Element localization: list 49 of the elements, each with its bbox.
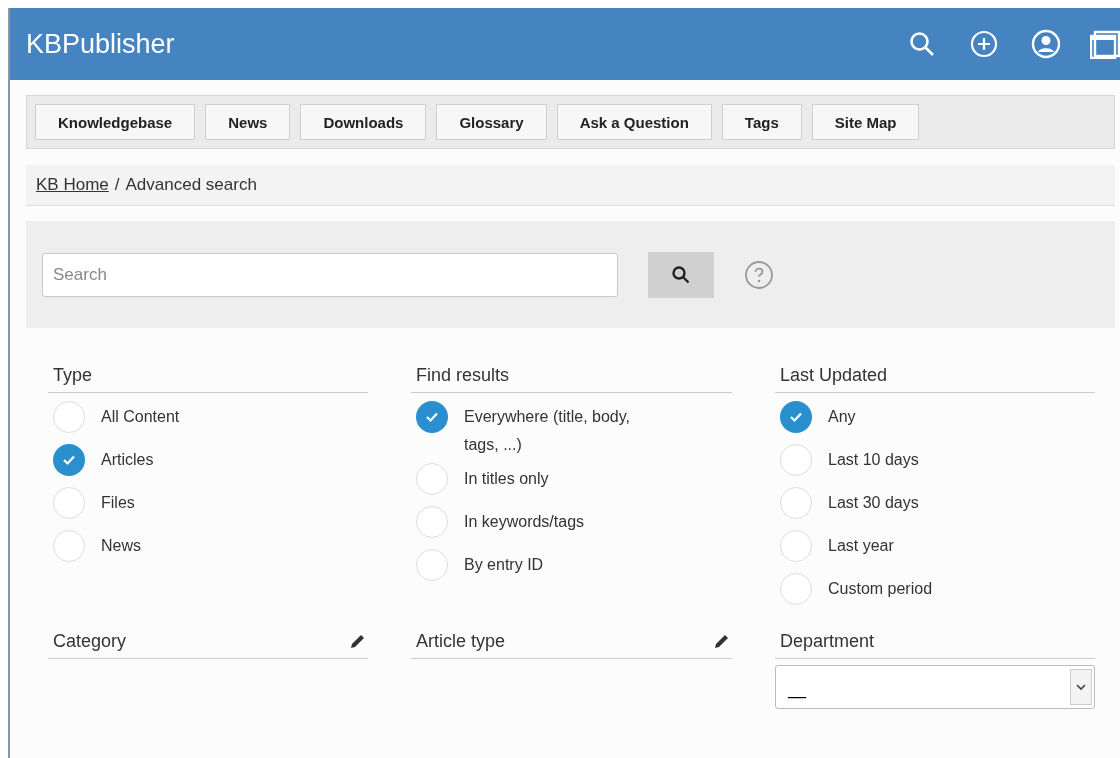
radio-button[interactable]: [780, 444, 812, 476]
option-label: Articles: [101, 450, 154, 470]
nav-button[interactable]: Site Map: [811, 104, 920, 140]
search-icon: [671, 264, 691, 285]
option-label: Last 10 days: [828, 450, 919, 470]
breadcrumb-separator: /: [114, 175, 120, 195]
help-icon[interactable]: [744, 259, 774, 290]
radio-button[interactable]: [780, 487, 812, 519]
option-label: Everywhere (title, body, tags, ...): [464, 407, 631, 455]
section-heading: Type: [48, 360, 368, 393]
section-heading: Last Updated: [775, 360, 1095, 393]
option-label: Custom period: [828, 579, 933, 599]
option-label: Last year: [828, 536, 894, 556]
option-label: All Content: [101, 407, 180, 427]
option-label: Files: [101, 493, 135, 513]
nav-button[interactable]: Ask a Question: [556, 104, 712, 140]
radio-button[interactable]: [53, 487, 85, 519]
radio-button[interactable]: [416, 463, 448, 495]
option-label: News: [101, 536, 141, 556]
radio-button[interactable]: [780, 530, 812, 562]
department-select[interactable]: __: [775, 665, 1095, 709]
radio-button[interactable]: [53, 530, 85, 562]
option-label: Last 30 days: [828, 493, 919, 513]
option-label: In titles only: [464, 469, 549, 489]
nav-button[interactable]: Knowledgebase: [35, 104, 196, 140]
radio-button[interactable]: [53, 401, 85, 433]
radio-button[interactable]: [416, 506, 448, 538]
radio-button[interactable]: [780, 401, 812, 433]
radio-button[interactable]: [416, 401, 448, 433]
current-page: Advanced search: [125, 175, 257, 195]
nav-button[interactable]: Downloads: [300, 104, 427, 140]
section-heading: Article type: [416, 630, 506, 652]
section-heading: Department: [780, 630, 875, 652]
section-heading: Find results: [411, 360, 732, 393]
nav-button[interactable]: Glossary: [436, 104, 547, 140]
search-field[interactable]: Search: [42, 252, 618, 297]
nav-button[interactable]: Tags: [721, 104, 802, 140]
radio-button[interactable]: [53, 444, 85, 476]
caret-icon: [1070, 669, 1092, 705]
nav-button[interactable]: News: [205, 104, 291, 140]
section-heading: Category: [53, 630, 127, 652]
app-title: KBPublisher: [26, 28, 176, 60]
option-label: By entry ID: [464, 555, 544, 575]
home-link[interactable]: KB Home: [36, 175, 109, 195]
radio-button[interactable]: [780, 573, 812, 605]
search-button[interactable]: [648, 251, 714, 298]
option-label: In keywords/tags: [464, 512, 585, 532]
option-label: Any: [828, 407, 856, 427]
radio-button[interactable]: [416, 549, 448, 581]
